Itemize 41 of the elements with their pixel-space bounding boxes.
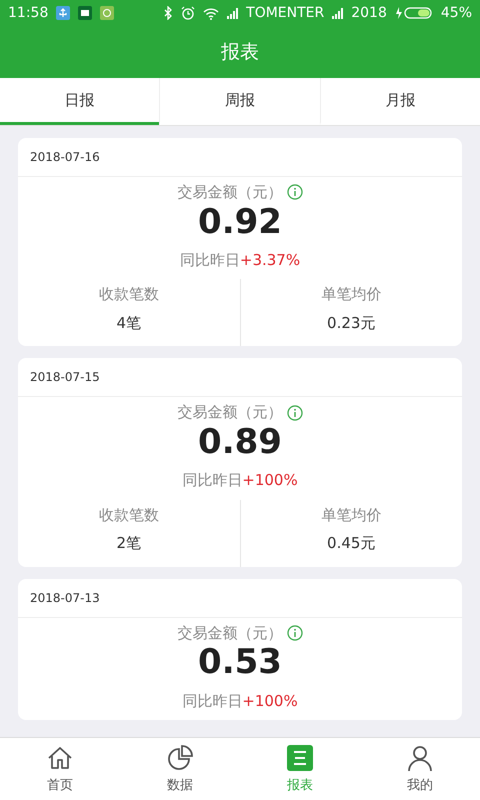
stat-label: 收款笔数	[98, 504, 160, 526]
date-text: 2018-07-16	[18, 138, 462, 177]
comparison-text: 同比昨日+3.37%	[178, 250, 302, 271]
date-text: 2018-07-13	[18, 578, 462, 618]
network-text: 2018	[351, 4, 387, 22]
stat-value: 0.45元	[326, 533, 376, 554]
battery-icon	[394, 6, 433, 20]
carrier-text: TOMENTER	[246, 4, 324, 22]
amount-value: 0.53	[197, 644, 283, 682]
amount-label: 交易金额（元）	[178, 182, 282, 203]
message-notification-icon	[78, 6, 92, 20]
page-title: 报表	[221, 40, 259, 65]
stat-label: 收款笔数	[98, 284, 160, 306]
stat-label: 单笔均价	[320, 284, 382, 306]
list-icon	[286, 744, 314, 772]
info-icon[interactable]	[286, 625, 302, 642]
comparison-text: 同比昨日+100%	[181, 470, 299, 492]
clock-text: 11:58	[8, 4, 48, 22]
stat-value: 0.23元	[326, 312, 376, 334]
stat-label: 单笔均价	[320, 504, 382, 526]
home-icon	[46, 744, 74, 772]
bluetooth-icon	[163, 6, 174, 20]
person-icon	[406, 744, 434, 772]
amount-label: 交易金额（元）	[178, 402, 282, 424]
info-icon[interactable]	[286, 184, 302, 200]
signal-icon	[332, 7, 344, 19]
alarm-icon	[181, 6, 196, 20]
info-icon[interactable]	[286, 404, 302, 421]
amount-label: 交易金额（元）	[178, 622, 282, 644]
signal-icon	[227, 7, 238, 19]
pie-chart-icon	[166, 744, 194, 772]
amount-value: 0.89	[197, 424, 283, 462]
amount-value: 0.92	[197, 204, 283, 241]
date-text: 2018-07-15	[18, 358, 462, 398]
battery-text: 45%	[440, 4, 472, 22]
stat-value: 2笔	[115, 533, 142, 554]
comparison-text: 同比昨日+100%	[181, 690, 299, 712]
stat-value: 4笔	[115, 312, 142, 334]
usb-notification-icon	[56, 6, 70, 20]
app-notification-icon	[100, 6, 114, 20]
wifi-icon	[203, 6, 220, 20]
